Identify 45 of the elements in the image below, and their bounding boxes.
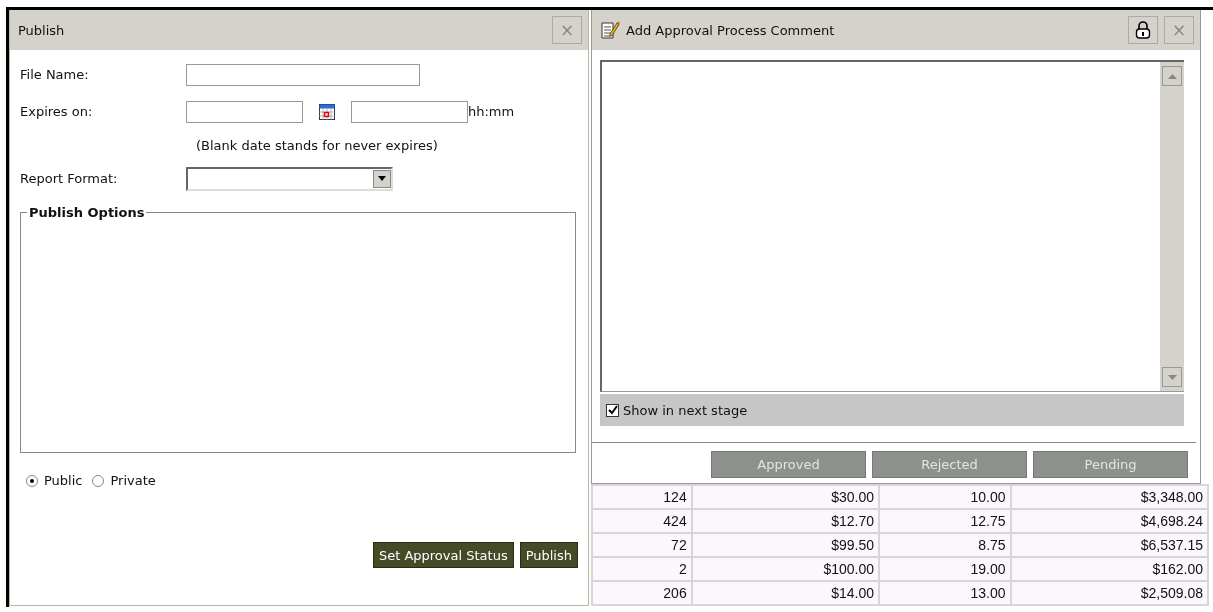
- table-cell: $12.70: [691, 509, 880, 533]
- dialog-title: Add Approval Process Comment: [626, 22, 836, 38]
- table-cell: $14.00: [691, 581, 880, 605]
- lock-button[interactable]: [1128, 16, 1158, 44]
- time-field[interactable]: [351, 100, 468, 123]
- table-cell: 12.75: [879, 509, 1011, 533]
- field-label: File Name:: [20, 67, 90, 82]
- table-cell: 206: [592, 581, 692, 605]
- table-cell: 10.00: [879, 485, 1011, 509]
- table-cell: $99.50: [691, 533, 880, 557]
- table-cell: 424: [592, 509, 692, 533]
- field-label: Expires on:: [20, 104, 94, 119]
- table-cell: $100.00: [691, 557, 880, 581]
- panel-title: Publish: [18, 22, 66, 38]
- table-cell: $30.00: [691, 485, 880, 509]
- comment-text-area[interactable]: [600, 60, 1184, 392]
- note-pencil-icon: [600, 20, 620, 40]
- table-cell: 8.75: [879, 533, 1011, 557]
- date-field[interactable]: [186, 100, 303, 123]
- group-title: Publish Options: [28, 205, 146, 220]
- show-in-next-stage-checkbox[interactable]: Show in next stage: [606, 402, 748, 418]
- calendar-icon[interactable]: [319, 103, 335, 120]
- table-cell: $2,509.08: [1010, 581, 1208, 605]
- scrollbar[interactable]: [1160, 62, 1184, 391]
- lock-icon: [1135, 21, 1151, 39]
- file-name-field[interactable]: [186, 63, 420, 86]
- table-cell: 13.00: [879, 581, 1011, 605]
- scroll-up-icon: [1162, 66, 1182, 86]
- table-cell: $6,537.15: [1010, 533, 1208, 557]
- table-cell: 72: [592, 533, 692, 557]
- scroll-down-icon: [1162, 367, 1182, 387]
- action-button[interactable]: Set Approval Status: [372, 542, 514, 568]
- table-cell: 19.00: [879, 557, 1011, 581]
- table-cell: 124: [592, 485, 692, 509]
- field-label: Report Format:: [20, 171, 119, 186]
- report-format-dropdown[interactable]: [186, 166, 393, 191]
- radio-option[interactable]: Public: [26, 473, 83, 488]
- table-cell: 2: [592, 557, 692, 581]
- table-cell: $4,698.24: [1010, 509, 1208, 533]
- time-format-label: hh:mm: [468, 104, 515, 119]
- table-cell: $3,348.00: [1010, 485, 1208, 509]
- hint-text: (Blank date stands for never expires): [196, 136, 439, 155]
- action-button[interactable]: Publish: [519, 542, 578, 568]
- radio-option[interactable]: Private: [92, 473, 156, 488]
- table-cell: $162.00: [1010, 557, 1208, 581]
